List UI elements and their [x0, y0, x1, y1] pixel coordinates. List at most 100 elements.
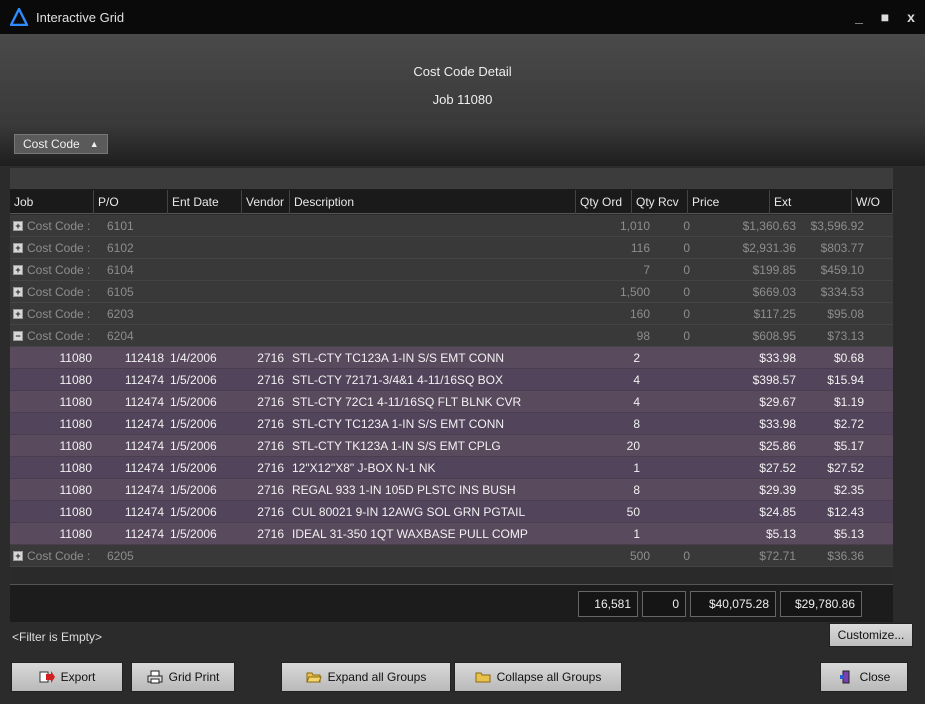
group-code: 6205: [107, 548, 134, 563]
table-row[interactable]: 11080 112418 1/4/2006 2716 STL-CTY TC123…: [10, 347, 893, 369]
cell-ext: $5.17: [833, 439, 864, 453]
group-qty-ord: 160: [629, 306, 650, 321]
cell-ext: $2.72: [833, 417, 864, 431]
col-header-price[interactable]: Price: [688, 190, 770, 214]
group-qty-rcv: 0: [683, 284, 690, 299]
cell-po: 112418: [124, 351, 164, 365]
expand-icon[interactable]: +: [13, 308, 23, 319]
cell-job: 11080: [59, 417, 92, 431]
door-exit-icon: [839, 670, 850, 684]
folder-open-icon: [305, 672, 322, 683]
group-chip-cost-code[interactable]: Cost Code ▲: [14, 134, 108, 154]
group-qty-ord: 7: [643, 262, 650, 277]
grid-rows: + Cost Code : 6101 1,010 0 $1,360.63 $3,…: [10, 215, 893, 567]
window-title: Interactive Grid: [36, 9, 125, 25]
group-ext: $3,596.92: [810, 218, 864, 233]
cell-po: 112474: [124, 417, 164, 431]
cell-qty-ord: 8: [633, 483, 640, 497]
cell-price: $33.98: [759, 417, 796, 431]
group-row[interactable]: + Cost Code : 6203 160 0 $117.25 $95.08: [10, 303, 893, 325]
cell-description: STL-CTY TK123A 1-IN S/S EMT CPLG: [292, 439, 501, 453]
collapse-all-groups-button[interactable]: Collapse all Groups: [454, 662, 622, 692]
expand-icon[interactable]: +: [13, 242, 23, 253]
group-qty-rcv: 0: [683, 240, 690, 255]
table-row[interactable]: 11080 112474 1/5/2006 2716 12"X12"X8" J-…: [10, 457, 893, 479]
close-window-button[interactable]: x: [905, 9, 917, 25]
col-header-vendor[interactable]: Vendor: [242, 190, 290, 214]
report-subtitle: Job 11080: [432, 92, 493, 107]
group-row[interactable]: + Cost Code : 6104 7 0 $199.85 $459.10: [10, 259, 893, 281]
expand-icon[interactable]: +: [13, 286, 23, 297]
table-row[interactable]: 11080 112474 1/5/2006 2716 STL-CTY 72171…: [10, 369, 893, 391]
cell-price: $398.57: [752, 373, 796, 387]
cell-job: 11080: [59, 395, 92, 409]
group-code: 6203: [107, 306, 134, 321]
group-qty-rcv: 0: [683, 328, 690, 343]
cell-job: 11080: [59, 461, 92, 475]
folder-closed-icon: [475, 672, 491, 683]
cell-description: CUL 80021 9-IN 12AWG SOL GRN PGTAIL: [292, 505, 526, 519]
expand-icon[interactable]: +: [13, 264, 23, 275]
report-header: Cost Code Detail Job 11080: [0, 34, 925, 120]
cell-price: $27.52: [759, 461, 796, 475]
grid-print-button[interactable]: Grid Print: [131, 662, 235, 692]
cell-date: 1/5/2006: [170, 373, 217, 387]
total-qty-ord: 16,581: [578, 591, 638, 617]
expand-icon[interactable]: +: [13, 220, 23, 231]
col-header-job[interactable]: Job: [10, 190, 94, 214]
col-header-qty-rcv[interactable]: Qty Rcv: [632, 190, 688, 214]
col-header-qty-ord[interactable]: Qty Ord: [576, 190, 632, 214]
cell-po: 112474: [124, 483, 164, 497]
col-header-description[interactable]: Description: [290, 190, 576, 214]
cell-description: IDEAL 31-350 1QT WAXBASE PULL COMP: [292, 527, 528, 541]
export-button[interactable]: Export: [11, 662, 123, 692]
col-header-ext[interactable]: Ext: [770, 190, 852, 214]
cell-price: $5.13: [765, 527, 796, 541]
group-row-expanded[interactable]: − Cost Code : 6204 98 0 $608.95 $73.13: [10, 325, 893, 347]
cell-job: 11080: [59, 505, 92, 519]
group-by-bar: Cost Code ▲: [0, 120, 925, 166]
data-grid: Job P/O Ent Date Vendor Description Qty …: [10, 168, 893, 590]
expand-icon[interactable]: +: [13, 550, 23, 561]
export-label: Export: [60, 670, 96, 684]
table-row[interactable]: 11080 112474 1/5/2006 2716 STL-CTY TC123…: [10, 413, 893, 435]
cell-price: $33.98: [759, 351, 796, 365]
table-row[interactable]: 11080 112474 1/5/2006 2716 REGAL 933 1-I…: [10, 479, 893, 501]
maximize-button[interactable]: ■: [879, 9, 891, 25]
group-qty-ord: 1,500: [619, 284, 650, 299]
expand-all-groups-button[interactable]: Expand all Groups: [281, 662, 451, 692]
group-price: $117.25: [753, 306, 797, 321]
group-code: 6101: [107, 218, 134, 233]
column-header-row: Job P/O Ent Date Vendor Description Qty …: [10, 190, 893, 214]
table-row[interactable]: 11080 112474 1/5/2006 2716 CUL 80021 9-I…: [10, 501, 893, 523]
cell-description: 12"X12"X8" J-BOX N-1 NK: [292, 461, 436, 475]
cell-po: 112474: [124, 527, 164, 541]
cell-description: REGAL 933 1-IN 105D PLSTC INS BUSH: [292, 483, 516, 497]
group-row[interactable]: + Cost Code : 6105 1,500 0 $669.03 $334.…: [10, 281, 893, 303]
cell-vendor: 2716: [257, 527, 284, 541]
col-header-wo[interactable]: W/O: [852, 190, 893, 214]
cell-qty-ord: 2: [633, 351, 640, 365]
cell-date: 1/5/2006: [170, 439, 217, 453]
col-header-ent-date[interactable]: Ent Date: [168, 190, 242, 214]
cell-vendor: 2716: [257, 439, 284, 453]
total-qty-rcv: 0: [642, 591, 686, 617]
title-bar: Interactive Grid _ ■ x: [0, 0, 925, 34]
customize-button[interactable]: Customize...: [829, 623, 913, 647]
minimize-button[interactable]: _: [853, 9, 865, 25]
group-row[interactable]: + Cost Code : 6205 500 0 $72.71 $36.36: [10, 545, 893, 567]
col-header-po[interactable]: P/O: [94, 190, 168, 214]
close-button[interactable]: Close: [820, 662, 908, 692]
group-code: 6104: [107, 262, 134, 277]
group-label: Cost Code :: [27, 306, 91, 321]
group-row[interactable]: + Cost Code : 6101 1,010 0 $1,360.63 $3,…: [10, 215, 893, 237]
collapse-icon[interactable]: −: [13, 330, 23, 341]
table-row[interactable]: 11080 112474 1/5/2006 2716 STL-CTY 72C1 …: [10, 391, 893, 413]
group-row[interactable]: + Cost Code : 6102 116 0 $2,931.36 $803.…: [10, 237, 893, 259]
cell-vendor: 2716: [257, 395, 284, 409]
total-price: $40,075.28: [690, 591, 776, 617]
table-row[interactable]: 11080 112474 1/5/2006 2716 STL-CTY TK123…: [10, 435, 893, 457]
app-logo-icon: [10, 8, 28, 26]
table-row[interactable]: 11080 112474 1/5/2006 2716 IDEAL 31-350 …: [10, 523, 893, 545]
group-ext: $36.36: [827, 548, 864, 563]
